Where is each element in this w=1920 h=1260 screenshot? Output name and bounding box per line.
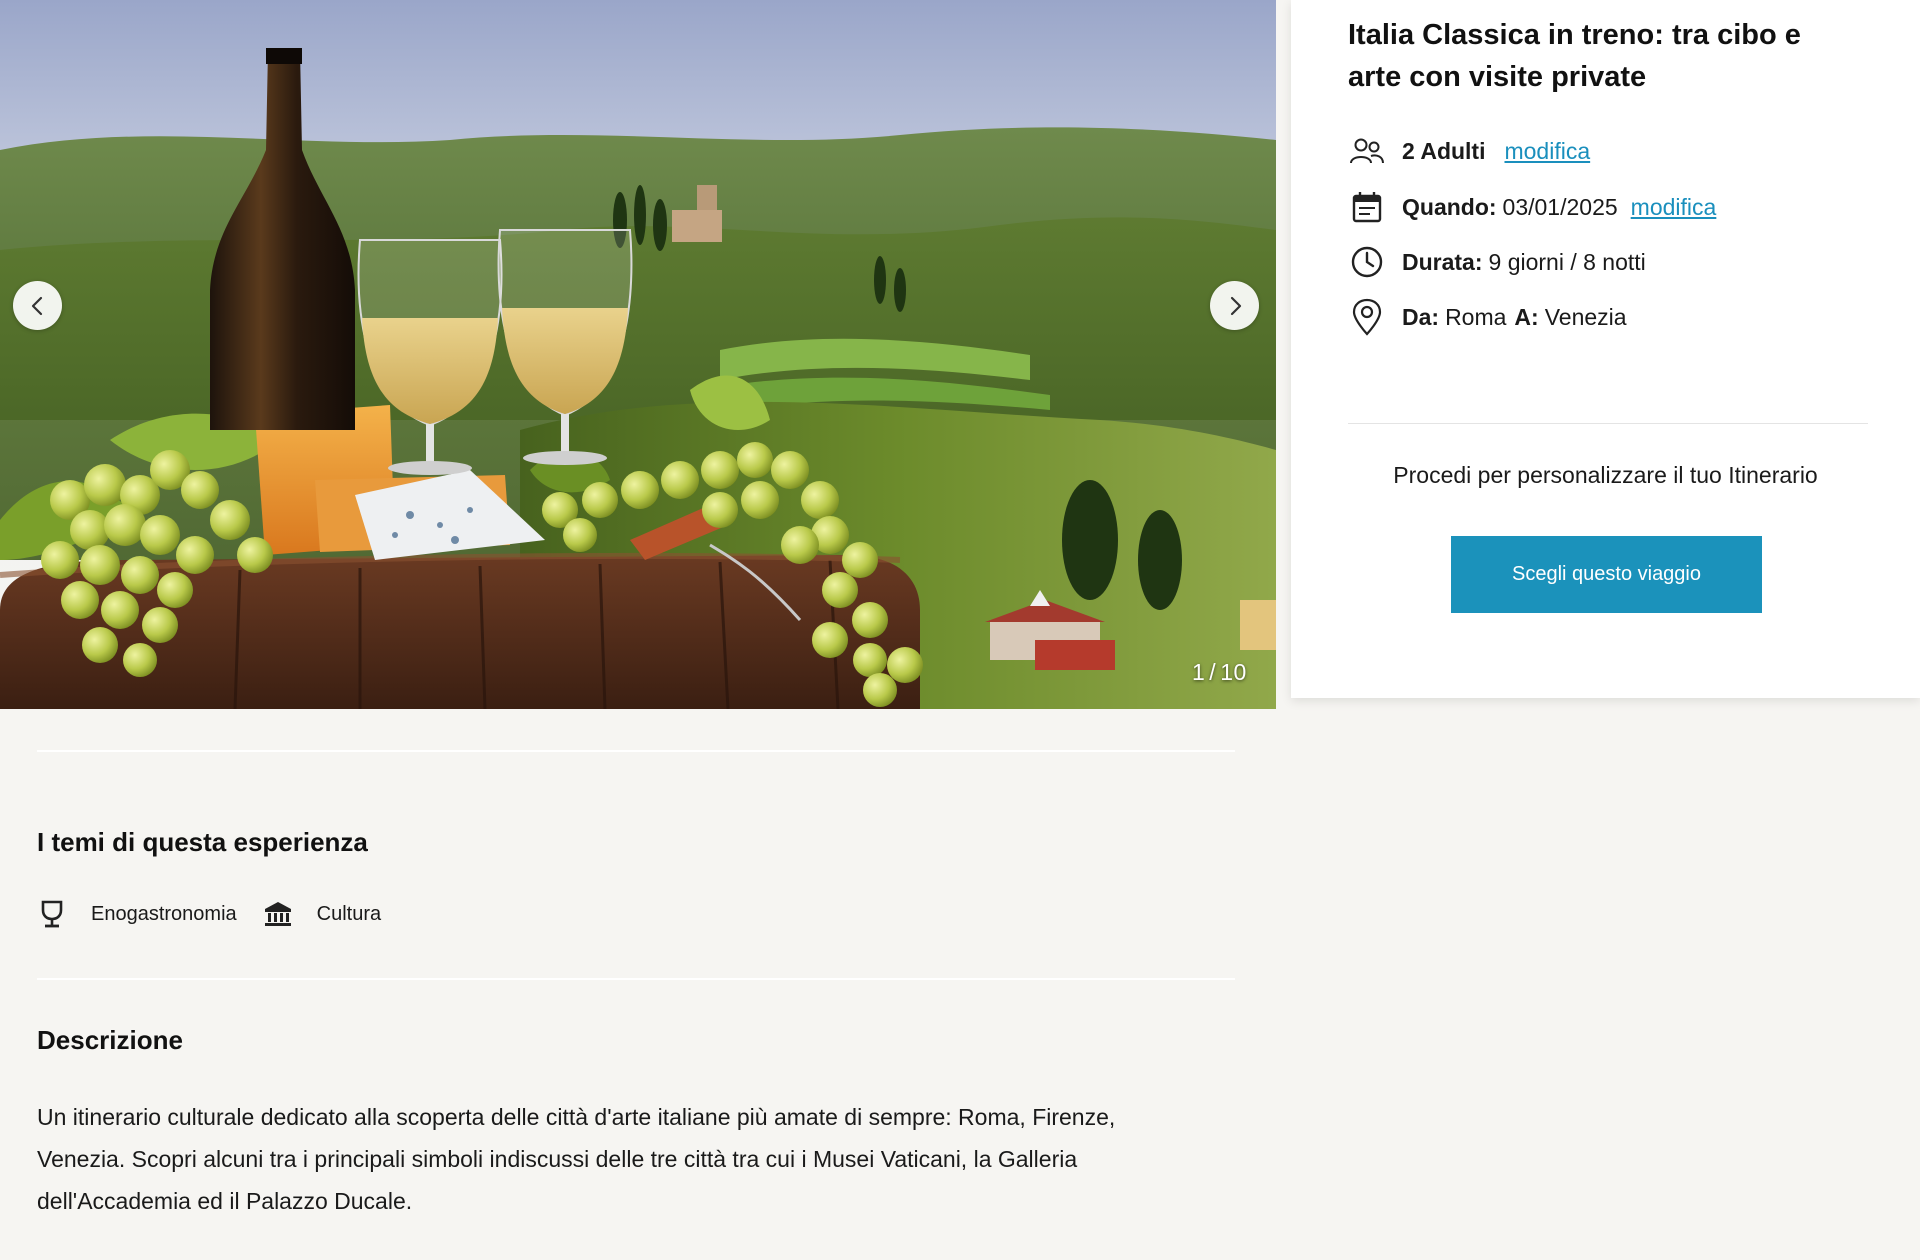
section-divider	[37, 750, 1235, 752]
chevron-right-icon	[1230, 296, 1241, 315]
chevron-left-icon	[31, 296, 42, 315]
duration-label: Durata:	[1402, 249, 1483, 275]
section-divider	[37, 978, 1235, 980]
theme-item-enogastronomia: Enogastronomia	[37, 898, 237, 930]
edit-travellers-link[interactable]: modifica	[1504, 136, 1590, 166]
carousel-next-button[interactable]	[1210, 281, 1259, 330]
to-value: Venezia	[1544, 304, 1627, 330]
duration-value: 9 giorni / 8 notti	[1488, 249, 1646, 275]
gallery-counter: 1/10	[1192, 659, 1247, 686]
theme-item-cultura: Cultura	[263, 898, 381, 930]
location-pin-icon	[1348, 298, 1386, 336]
choose-trip-button[interactable]: Scegli questo viaggio	[1451, 536, 1762, 613]
duration-row: Durata: 9 giorni / 8 notti	[1348, 243, 1646, 281]
date-label: Quando:	[1402, 194, 1497, 220]
date-row: Quando: 03/01/2025 modifica	[1348, 188, 1716, 226]
theme-label: Cultura	[316, 902, 382, 925]
route-row: Da: Roma A: Venezia	[1348, 298, 1627, 336]
gallery-total: 10	[1220, 659, 1247, 685]
gallery-separator: /	[1209, 659, 1217, 685]
date-value: 03/01/2025	[1502, 194, 1618, 220]
description-text: Un itinerario culturale dedicato alla sc…	[37, 1104, 1116, 1214]
gallery-current: 1	[1192, 659, 1206, 685]
from-value: Roma	[1445, 304, 1507, 330]
themes-title: I temi di questa esperienza	[37, 827, 368, 857]
clock-icon	[1348, 243, 1386, 281]
from-label: Da:	[1402, 304, 1440, 330]
themes-list: Enogastronomia Cultura	[37, 898, 407, 930]
hero-image	[0, 0, 1276, 709]
hero-carousel: 1/10	[0, 0, 1276, 709]
to-label: A:	[1514, 304, 1539, 330]
people-icon	[1348, 132, 1386, 170]
description-title: Descrizione	[37, 1025, 183, 1055]
theme-label: Enogastronomia	[91, 902, 237, 925]
edit-date-link[interactable]: modifica	[1631, 192, 1717, 222]
proceed-text: Procedi per personalizzare il tuo Itiner…	[1393, 462, 1818, 488]
calendar-icon	[1348, 188, 1386, 226]
carousel-prev-button[interactable]	[13, 281, 62, 330]
trophy-icon	[37, 898, 67, 930]
panel-divider	[1348, 423, 1868, 424]
booking-panel: Italia Classica in treno: tra cibo e art…	[1291, 0, 1920, 698]
trip-title: Italia Classica in treno: tra cibo e art…	[1348, 19, 1801, 93]
travellers-label: 2 Adulti	[1402, 138, 1486, 164]
travellers-row: 2 Adulti modifica	[1348, 132, 1590, 170]
museum-icon	[263, 898, 293, 930]
